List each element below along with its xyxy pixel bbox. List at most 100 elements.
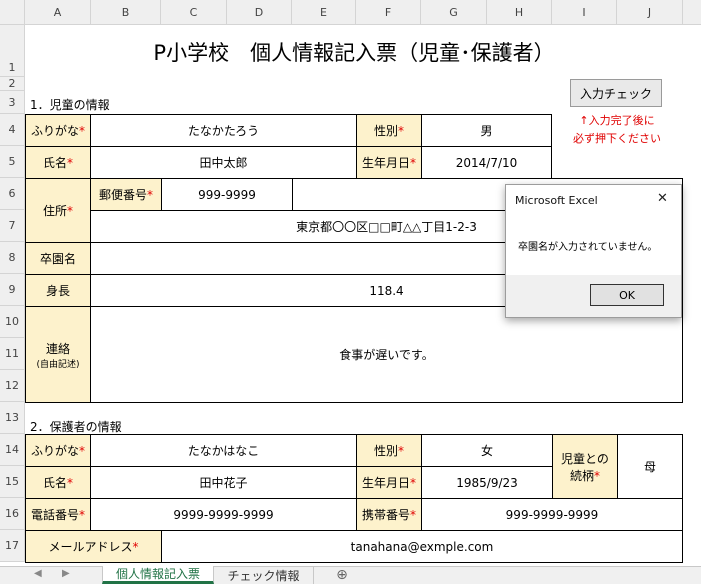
guardian-phone-cell[interactable]: 9999-9999-9999 — [90, 498, 357, 531]
row-header-8[interactable]: 8 — [0, 242, 25, 274]
required-asterisk: * — [147, 187, 153, 202]
dialog-ok-button[interactable]: OK — [590, 284, 664, 306]
row-header-4[interactable]: 4 — [0, 114, 25, 146]
row-header-15[interactable]: 15 — [0, 466, 25, 498]
row-header-5[interactable]: 5 — [0, 146, 25, 178]
guardian-birthday-label: 生年月日 * — [356, 466, 422, 499]
guardian-phone-label: 電話番号 * — [25, 498, 91, 531]
child-birthday-cell[interactable]: 2014/7/10 — [421, 146, 552, 179]
guardian-birthday-cell[interactable]: 1985/9/23 — [421, 466, 553, 499]
section-guardian-heading: 2．保護者の情報 — [30, 420, 122, 434]
column-header-a[interactable]: A — [25, 0, 91, 25]
label-text: 生年月日 — [361, 156, 410, 170]
label-subtext: (自由記述) — [36, 359, 80, 370]
add-sheet-icon[interactable]: ⊕ — [330, 566, 354, 584]
child-contact-cell[interactable]: 食事が遅いです。 — [90, 306, 683, 403]
guardian-name-label: 氏名 * — [25, 466, 91, 499]
label-text-2: 続柄* — [569, 468, 600, 483]
guardian-furigana-cell[interactable]: たなかはなこ — [90, 434, 357, 467]
row-header-11[interactable]: 11 — [0, 338, 25, 370]
form-title: P小学校 個人情報記入票（児童･保護者） — [153, 41, 555, 65]
column-header-e[interactable]: E — [292, 0, 356, 25]
row-header-1[interactable]: 1 — [0, 25, 25, 77]
row-header-10[interactable]: 10 — [0, 306, 25, 338]
label-text: 郵便番号 — [98, 188, 147, 202]
child-kindergarten-label: 卒園名 — [25, 242, 91, 275]
child-gender-cell[interactable]: 男 — [421, 114, 552, 147]
sheet-tab-active[interactable]: 個人情報記入票 — [102, 566, 214, 584]
child-contact-label: 連絡 (自由記述) — [25, 306, 91, 403]
child-name-cell[interactable]: 田中太郎 — [90, 146, 357, 179]
child-name-label: 氏名 * — [25, 146, 91, 179]
child-gender-label: 性別 * — [356, 114, 422, 147]
child-postal-cell[interactable]: 999-9999 — [161, 178, 293, 211]
excel-message-dialog: Microsoft Excel ✕ 卒園名が入力されていません。 OK — [505, 184, 682, 318]
row-header-12[interactable]: 12 — [0, 370, 25, 402]
row-header-14[interactable]: 14 — [0, 434, 25, 466]
child-address-label: 住所 * — [25, 178, 91, 243]
label-text: 住所 — [42, 204, 67, 218]
guardian-email-cell[interactable]: tanahana@exmple.com — [161, 530, 683, 563]
label-text: 携帯番号 — [361, 508, 410, 522]
guardian-furigana-label: ふりがな * — [25, 434, 91, 467]
row-header-17[interactable]: 17 — [0, 530, 25, 562]
label-text: 性別 — [373, 444, 398, 458]
check-note-line-1: ↑入力完了後に — [579, 114, 655, 127]
sheet-nav-prev-icon[interactable]: ◀ — [34, 568, 42, 579]
required-asterisk: * — [398, 123, 404, 138]
label-text: 性別 — [373, 124, 398, 138]
child-postal-label: 郵便番号 * — [90, 178, 162, 211]
required-asterisk: * — [398, 443, 404, 458]
select-all-corner[interactable] — [0, 0, 25, 25]
label-text: 連絡 — [45, 341, 70, 356]
column-header-h[interactable]: H — [487, 0, 552, 25]
row-header-13[interactable]: 13 — [0, 402, 25, 434]
required-asterisk: * — [67, 203, 73, 218]
required-asterisk: * — [132, 539, 139, 554]
label-text: 氏名 — [42, 476, 67, 490]
guardian-gender-label: 性別 * — [356, 434, 422, 467]
required-asterisk: * — [410, 507, 416, 522]
label-text: ふりがな — [30, 124, 79, 138]
sheet-tab-check[interactable]: チェック情報 — [214, 566, 314, 584]
guardian-gender-cell[interactable]: 女 — [421, 434, 553, 467]
required-asterisk: * — [79, 123, 85, 138]
column-header-i[interactable]: I — [552, 0, 617, 25]
label-text: 生年月日 — [361, 476, 410, 490]
dialog-message: 卒園名が入力されていません。 — [518, 242, 658, 253]
row-header-7[interactable]: 7 — [0, 210, 25, 242]
child-furigana-label: ふりがな * — [25, 114, 91, 147]
child-height-label: 身長 — [25, 274, 91, 307]
column-header-j[interactable]: J — [617, 0, 683, 25]
guardian-mobile-label: 携帯番号 * — [356, 498, 422, 531]
guardian-email-label: メールアドレス * — [25, 530, 162, 563]
child-furigana-cell[interactable]: たなかたろう — [90, 114, 357, 147]
label-text: 児童との — [561, 451, 609, 466]
row-header-3[interactable]: 3 — [0, 91, 25, 114]
column-header-blank — [683, 0, 701, 25]
required-asterisk: * — [79, 443, 85, 458]
column-header-b[interactable]: B — [91, 0, 161, 25]
row-header-6[interactable]: 6 — [0, 178, 25, 210]
check-note-line-2: 必ず押下ください — [573, 132, 661, 145]
required-asterisk: * — [594, 468, 600, 483]
required-asterisk: * — [410, 155, 416, 170]
row-header-9[interactable]: 9 — [0, 274, 25, 306]
guardian-relation-cell[interactable]: 母 — [617, 434, 683, 499]
sheet-tab-label: チェック情報 — [227, 568, 300, 583]
label-text: ふりがな — [30, 444, 79, 458]
input-check-button[interactable]: 入力チェック — [570, 79, 662, 107]
row-header-16[interactable]: 16 — [0, 498, 25, 530]
guardian-mobile-cell[interactable]: 999-9999-9999 — [421, 498, 683, 531]
label-text: メールアドレス — [48, 540, 133, 554]
column-header-g[interactable]: G — [421, 0, 487, 25]
guardian-name-cell[interactable]: 田中花子 — [90, 466, 357, 499]
column-header-c[interactable]: C — [161, 0, 227, 25]
dialog-close-icon[interactable]: ✕ — [657, 191, 668, 206]
sheet-nav-next-icon[interactable]: ▶ — [62, 568, 70, 579]
dialog-title: Microsoft Excel — [515, 194, 598, 207]
row-header-2[interactable]: 2 — [0, 77, 25, 91]
column-header-d[interactable]: D — [227, 0, 292, 25]
column-header-f[interactable]: F — [356, 0, 421, 25]
required-asterisk: * — [410, 475, 416, 490]
